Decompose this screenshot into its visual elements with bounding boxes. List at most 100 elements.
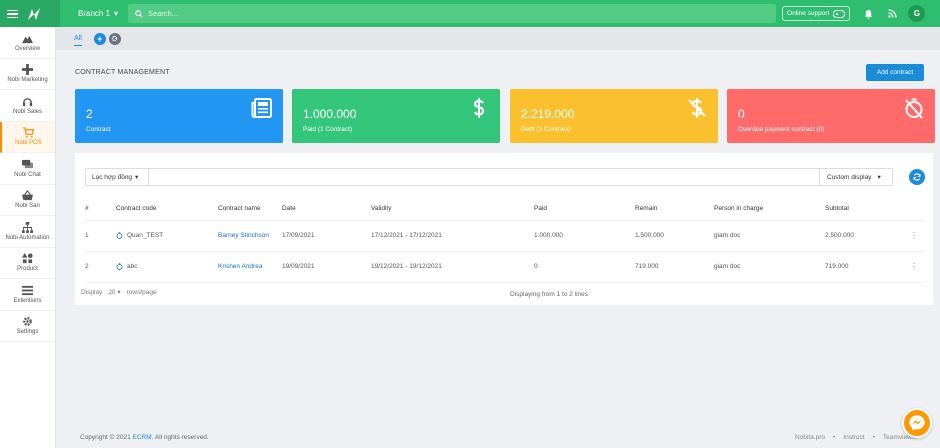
table-row[interactable]: 1 Quan_TEST Barney Stinchson 17/09/2021 … [85,220,925,252]
contract-name-link[interactable]: Barney Stinchson [218,220,282,252]
col-header-code[interactable]: Contract code [116,198,218,221]
caret-down-icon: ▾ [135,174,139,181]
add-contract-button[interactable]: Add contract [866,64,924,81]
cell-paid: 1.000.000 [534,220,635,252]
sidebar-item-label: Nobi Marketing [7,77,48,84]
sidebar-item-chat[interactable]: Nobi Chat [0,153,55,185]
sidebar-item-pos[interactable]: Nobi POS [0,121,55,153]
col-header-name[interactable]: Contract name [218,198,282,221]
sidebar-item-settings[interactable]: Settings [0,311,55,342]
cell-code: Quan_TEST [116,220,218,252]
rows-page-label: rows/page [126,288,157,296]
search-box[interactable] [128,4,777,23]
table-row[interactable]: 2 abc Krishen Andrea 19/09/2021 19/12/20… [85,251,925,283]
cell-code: abc [116,251,218,283]
gamepad-icon [833,9,846,18]
col-header-remain[interactable]: Remain [635,198,714,221]
pager-info: Displaying from 1 to 2 lines [510,291,589,298]
card-value: 0 [738,107,745,121]
gamepad-icon [22,64,33,76]
col-header-no: # [85,198,116,221]
sidebar-item-label: Overview [14,45,40,52]
list-icon [22,285,33,295]
sidebar-item-label: Nobi Automation [5,234,50,241]
shapes-icon [22,253,33,264]
card-label: Overdue payment contract (0) [738,126,825,133]
footer-copyright: Copyright © 2021 ECRM. All rights reserv… [80,434,209,441]
rows-per-page-select[interactable]: 20 ▾ [108,288,120,296]
cart-icon [23,127,34,138]
sidebar-item-label: Extentions [13,297,42,304]
brand-link[interactable]: ECRM. [133,434,154,441]
caret-down-icon: ▾ [117,289,121,296]
cell-subtotal: 2.500.000 [825,220,903,252]
footer-separator: • [833,434,836,441]
col-header-person[interactable]: Person in charge [714,198,825,221]
col-header-validity[interactable]: Validity [371,198,534,221]
custom-display-label: Custom display [827,173,872,181]
cell-validity: 19/12/2021 - 19/12/2021 [371,251,534,283]
rss-icon[interactable] [886,8,898,20]
custom-display-select[interactable]: Custom display ▾ [819,169,892,185]
chevron-down-icon: ▾ [114,9,119,18]
mountain-icon [22,35,33,43]
table-header-row: # Contract code Contract name Date Valid… [85,198,925,221]
search-input[interactable] [148,9,749,18]
filter-select-label: Lọc hợp đồng [92,173,133,181]
sidebar-item-product[interactable]: Product [0,248,55,279]
cell-subtotal: 719.000 [825,251,903,283]
more-vertical-icon[interactable]: ⋮ [903,220,925,252]
refresh-icon [913,173,921,181]
col-header-subtotal[interactable]: Subtotal [825,198,903,221]
top-bar: Branch 1 ▾ Online support G [0,0,940,27]
sidebar-item-automation[interactable]: Nobi Automation [0,216,55,248]
sidebar-item-overview[interactable]: Overview [0,27,55,59]
sidebar-item-marketing[interactable]: Nobi Marketing [0,59,55,90]
cell-remain: 1.500.000 [635,220,714,252]
cell-paid: 0 [534,251,635,283]
col-header-date[interactable]: Date [282,198,371,221]
footer-links: Nobita.pro • Instruct • Teamviewer [795,434,918,441]
tab-all[interactable]: All [74,35,82,46]
menu-icon[interactable] [7,9,18,18]
avatar[interactable]: G [908,5,926,22]
col-header-paid[interactable]: Paid [534,198,635,221]
branch-select[interactable]: Branch 1 ▾ [78,9,118,18]
dollar-icon [473,98,485,118]
chat-icon [22,159,33,168]
card-value: 2 [86,107,93,121]
sidebar-item-extentions[interactable]: Extentions [0,279,55,311]
sidebar-item-label: Nobi Sales [12,108,42,115]
cell-validity: 17/12/2021 - 17/12/2021 [371,220,534,252]
caret-down-icon: ▾ [877,174,881,181]
tab-settings-button[interactable] [108,32,121,45]
logo-icon[interactable] [26,6,42,22]
filter-select[interactable]: Lọc hợp đồng ▾ [86,169,149,185]
sidebar-item-sales[interactable]: Nobi Sales [0,90,55,122]
bell-icon[interactable] [862,8,874,20]
sidebar-item-label: Settings [16,329,39,336]
sidebar-item-label: Nobi Chat [14,171,41,178]
filter-bar: Lọc hợp đồng ▾ Custom display ▾ [85,168,893,186]
more-vertical-icon[interactable]: ⋮ [903,251,925,283]
messenger-chat-button[interactable] [902,408,932,438]
footer-link-instruct[interactable]: Instruct [843,434,864,441]
contract-name-link[interactable]: Krishen Andrea [218,251,282,283]
headset-icon [22,97,33,106]
refresh-button[interactable] [909,169,925,185]
copyright-prefix: Copyright © 2021 [80,434,131,441]
online-support-button[interactable]: Online support [782,6,851,21]
cell-date: 19/09/2021 [282,251,371,283]
footer-link-nobita[interactable]: Nobita.pro [795,434,825,441]
cell-person: giam doc [714,220,825,252]
card-value: 1.000.000 [303,107,357,121]
card-overdue: 0 Overdue payment contract (0) [727,89,935,143]
sidebar-item-label: Nobi San [15,203,40,210]
card-value: 2.219.000 [521,107,575,121]
gear-icon [23,317,32,327]
filter-input[interactable] [149,169,819,185]
sidebar-item-san[interactable]: Nobi San [0,185,55,216]
add-tab-button[interactable]: + [93,32,106,45]
sidebar: Overview Nobi Marketing Nobi Sales Nobi … [0,27,56,448]
card-label: Paid (1 Contract) [303,126,353,133]
